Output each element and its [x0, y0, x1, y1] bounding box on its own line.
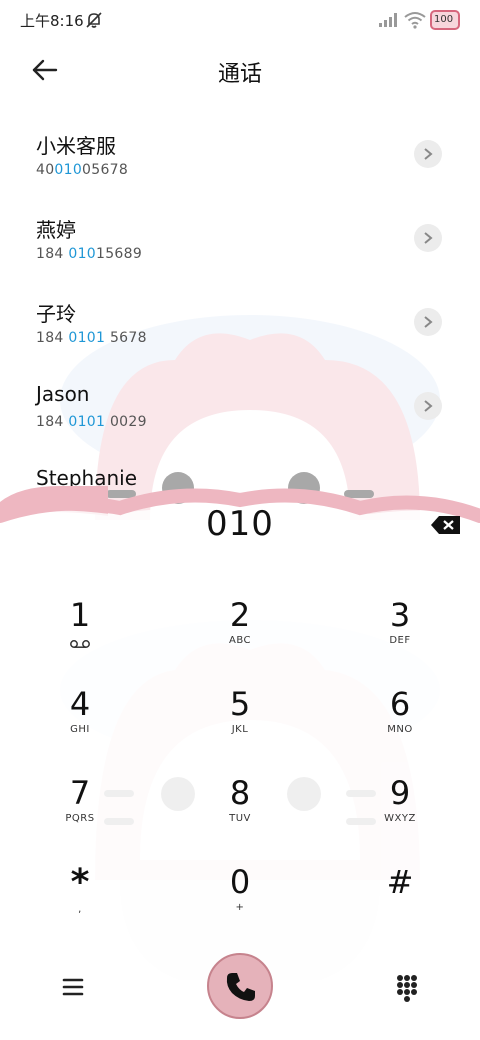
chevron-right-icon — [424, 400, 433, 412]
contact-number: 184 01015689 — [36, 246, 143, 262]
contact-item[interactable]: 子玲 184 0101 5678 — [0, 280, 480, 364]
dial-key-3[interactable]: 3 DEF — [340, 596, 460, 676]
dialed-number-display: 010 — [206, 504, 274, 544]
dialer-panel: 010 1 2 ABC 3 DEF 4 GHI 5 JKL 6 MNO 7 PQ… — [0, 486, 480, 1040]
mute-bell-icon — [86, 12, 102, 28]
header: 通话 — [0, 44, 480, 96]
contact-detail-button[interactable] — [414, 140, 442, 168]
contact-detail-button[interactable] — [414, 392, 442, 420]
dial-key-4[interactable]: 4 GHI — [20, 685, 140, 765]
battery-icon: 100 — [430, 10, 460, 30]
dial-key-0[interactable]: 0 + — [180, 863, 300, 943]
contact-number: 184 0101 0029 — [36, 414, 147, 430]
status-time: 上午8:16 — [20, 12, 84, 30]
contact-name: 小米客服 — [36, 134, 116, 158]
chevron-right-icon — [424, 232, 433, 244]
dial-key-5[interactable]: 5 JKL — [180, 685, 300, 765]
dial-key-hash[interactable]: # — [340, 863, 460, 943]
contact-name: 燕婷 — [36, 218, 76, 242]
contact-detail-button[interactable] — [414, 224, 442, 252]
dial-key-8[interactable]: 8 TUV — [180, 774, 300, 854]
page-title: 通话 — [217, 62, 262, 87]
dial-key-star[interactable]: * , — [20, 863, 140, 943]
wifi-icon — [404, 12, 426, 29]
dial-key-7[interactable]: 7 PQRS — [20, 774, 140, 854]
phone-icon — [226, 973, 255, 1001]
contact-number: 4001005678 — [36, 162, 129, 178]
contact-number: 184 0101 5678 — [36, 330, 147, 346]
contact-name: 子玲 — [36, 302, 76, 326]
status-bar: 上午8:16 100 — [0, 0, 480, 40]
contact-detail-button[interactable] — [414, 308, 442, 336]
dialpad-icon[interactable] — [390, 970, 424, 1004]
contact-item[interactable]: 小米客服 4001005678 — [0, 112, 480, 196]
dial-key-6[interactable]: 6 MNO — [340, 685, 460, 765]
backspace-icon[interactable] — [430, 514, 462, 536]
contact-name: Jason — [36, 382, 90, 406]
menu-icon[interactable] — [56, 970, 90, 1004]
contact-item[interactable]: 燕婷 184 01015689 — [0, 196, 480, 280]
dial-key-2[interactable]: 2 ABC — [180, 596, 300, 676]
chevron-right-icon — [424, 148, 433, 160]
contact-item[interactable]: Jason 184 0101 0029 — [0, 364, 480, 448]
dial-key-1[interactable]: 1 — [20, 596, 140, 676]
signal-icon — [379, 13, 397, 27]
dial-key-9[interactable]: 9 WXYZ — [340, 774, 460, 854]
call-button[interactable] — [207, 953, 273, 1019]
chevron-right-icon — [424, 316, 433, 328]
voicemail-icon — [70, 640, 90, 648]
